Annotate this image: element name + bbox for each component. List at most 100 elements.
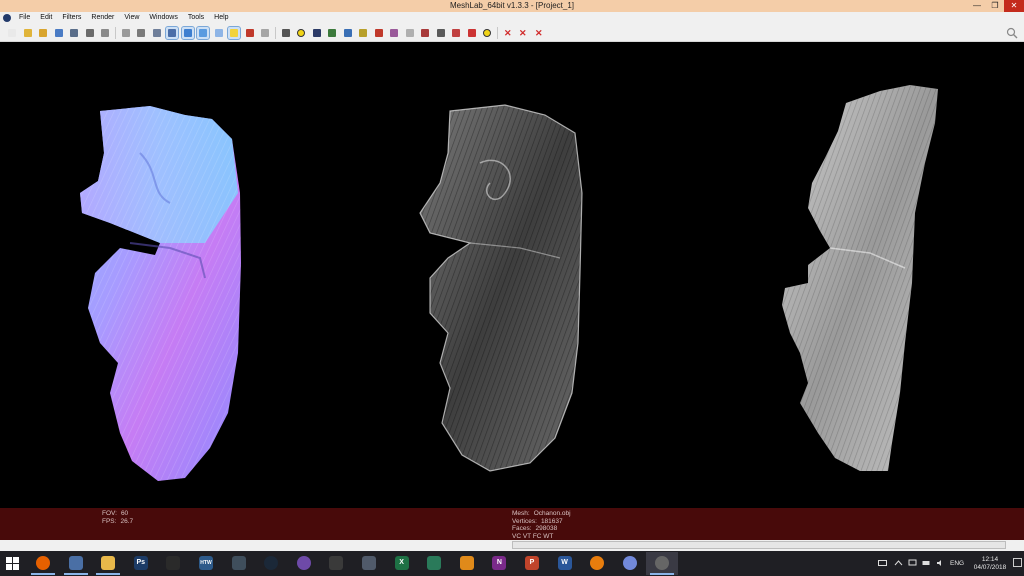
open-project-icon[interactable]: [37, 27, 49, 39]
light-bulb-icon[interactable]: [227, 26, 241, 40]
meshlab-app-icon[interactable]: [3, 14, 11, 22]
crosshair-icon[interactable]: [280, 27, 292, 39]
taskbar-steam[interactable]: [255, 552, 287, 575]
taskbar-meshlab[interactable]: [646, 552, 679, 575]
taskbar-file-explorer[interactable]: [92, 552, 124, 575]
volume-icon[interactable]: [936, 559, 945, 567]
display-icon[interactable]: [908, 559, 917, 567]
wireframe-icon[interactable]: [151, 27, 163, 39]
bbox-icon[interactable]: [120, 27, 132, 39]
menu-render[interactable]: Render: [86, 12, 119, 24]
snapshot-icon[interactable]: [84, 27, 96, 39]
taskbar-discord[interactable]: [614, 552, 646, 575]
vertices-row: Vertices: 181637: [512, 518, 571, 526]
globe-icon[interactable]: [326, 27, 338, 39]
smooth-icon[interactable]: [196, 26, 210, 40]
mesh-info: Mesh: Ochanon.obj Vertices: 181637 Faces: 2…: [512, 510, 571, 540]
annotate-icon[interactable]: [295, 27, 307, 39]
select-faces-icon-glyph: [390, 29, 398, 37]
menu-edit[interactable]: Edit: [35, 12, 57, 24]
open-folder-icon[interactable]: [22, 27, 34, 39]
fov-label: FOV:: [102, 510, 117, 517]
taskbar-word[interactable]: W: [549, 552, 581, 575]
view-info: FOV: 60 FPS: 26.7: [102, 510, 133, 525]
print-icon[interactable]: [99, 27, 111, 39]
z-paint-icon[interactable]: [450, 27, 462, 39]
3d-viewport[interactable]: [0, 43, 1024, 508]
toolbar-separator: [115, 27, 116, 39]
fov-row: FOV: 60: [102, 510, 133, 518]
delete-faces-icon[interactable]: ✕: [517, 27, 529, 39]
select-faces-icon[interactable]: [388, 27, 400, 39]
menu-file[interactable]: File: [14, 12, 35, 24]
language-indicator[interactable]: ENG: [950, 560, 964, 567]
mesh-render-canvas[interactable]: [0, 43, 1024, 508]
battery-icon[interactable]: [922, 559, 931, 567]
align-icon[interactable]: [435, 27, 447, 39]
texture-icon[interactable]: [213, 27, 225, 39]
select-vertices-icon[interactable]: [404, 27, 416, 39]
save-icon[interactable]: [68, 27, 80, 39]
menu-bar: File Edit Filters Render View Windows To…: [0, 12, 1024, 24]
fps-label: FPS:: [102, 517, 117, 525]
points-icon[interactable]: [135, 27, 147, 39]
taskbar-game[interactable]: [223, 552, 255, 575]
taskbar-green-app[interactable]: [418, 552, 450, 575]
flat-icon-glyph: [184, 29, 192, 37]
maximize-button[interactable]: ❐: [986, 0, 1004, 12]
taskbar-photoshop[interactable]: Ps: [125, 552, 157, 575]
taskbar-mass-effect[interactable]: [288, 552, 320, 575]
taskbar-excel[interactable]: X: [386, 552, 418, 575]
minimize-button[interactable]: —: [968, 0, 986, 12]
taskbar-audible[interactable]: [451, 552, 483, 575]
delete-vertices-icon[interactable]: ✕: [502, 27, 514, 39]
paint-icon[interactable]: [373, 27, 385, 39]
steam-icon: [264, 556, 279, 570]
manipulator-icon[interactable]: [419, 27, 431, 39]
attributes-row: VC VT FC WT: [512, 533, 571, 541]
taskbar-powerpoint[interactable]: P: [516, 552, 548, 575]
reload-icon[interactable]: [53, 27, 65, 39]
taskbar-blender[interactable]: [581, 552, 613, 575]
system-tray: ENG 12:14 04/07/2018: [864, 551, 1024, 576]
taskbar-unity[interactable]: [157, 552, 189, 575]
layers-icon-glyph: [313, 29, 321, 37]
show-hidden-icons-icon[interactable]: [894, 559, 903, 567]
flat-icon[interactable]: [181, 26, 195, 40]
layers-icon[interactable]: [311, 27, 323, 39]
menu-windows[interactable]: Windows: [144, 12, 182, 24]
measure-icon[interactable]: [342, 27, 354, 39]
notification-icon[interactable]: [1013, 558, 1022, 567]
new-file-icon[interactable]: [6, 27, 18, 39]
windows-start-icon[interactable]: [6, 557, 19, 570]
info-icon[interactable]: [481, 27, 493, 39]
pick-points-icon[interactable]: [357, 27, 369, 39]
menu-help[interactable]: Help: [209, 12, 233, 24]
title-bar[interactable]: MeshLab_64bit v1.3.3 - [Project_1] — ❐ ✕: [0, 0, 1024, 12]
clock[interactable]: 12:14 04/07/2018: [972, 556, 1008, 572]
back-face-icon[interactable]: [259, 27, 271, 39]
htw-icon: HTW: [199, 556, 213, 570]
new-file-icon-glyph: [8, 29, 16, 37]
file-explorer-icon: [101, 556, 116, 570]
menu-filters[interactable]: Filters: [57, 12, 86, 24]
taskbar-app3[interactable]: [353, 552, 385, 575]
menu-tools[interactable]: Tools: [183, 12, 209, 24]
taskbar-firefox[interactable]: [27, 552, 59, 575]
open-folder-icon-glyph: [24, 29, 32, 37]
two-side-light-icon[interactable]: [244, 27, 256, 39]
delete-selection-icon[interactable]: ✕: [533, 27, 545, 39]
taskbar-onenote[interactable]: N: [483, 552, 515, 575]
keyboard-icon[interactable]: [878, 559, 887, 567]
taskbar-app[interactable]: [60, 552, 92, 575]
mesh-normal-map-view: [80, 106, 241, 481]
quality-icon[interactable]: [466, 27, 478, 39]
taskbar-app2[interactable]: [320, 552, 352, 575]
mesh-shaded-view: [419, 104, 583, 472]
hidden-lines-icon[interactable]: [165, 26, 179, 40]
menu-view[interactable]: View: [119, 12, 144, 24]
taskbar-htw[interactable]: HTW: [190, 552, 222, 575]
close-button[interactable]: ✕: [1004, 0, 1024, 12]
search-icon[interactable]: [1006, 27, 1018, 39]
light-bulb-icon-glyph: [230, 29, 238, 37]
